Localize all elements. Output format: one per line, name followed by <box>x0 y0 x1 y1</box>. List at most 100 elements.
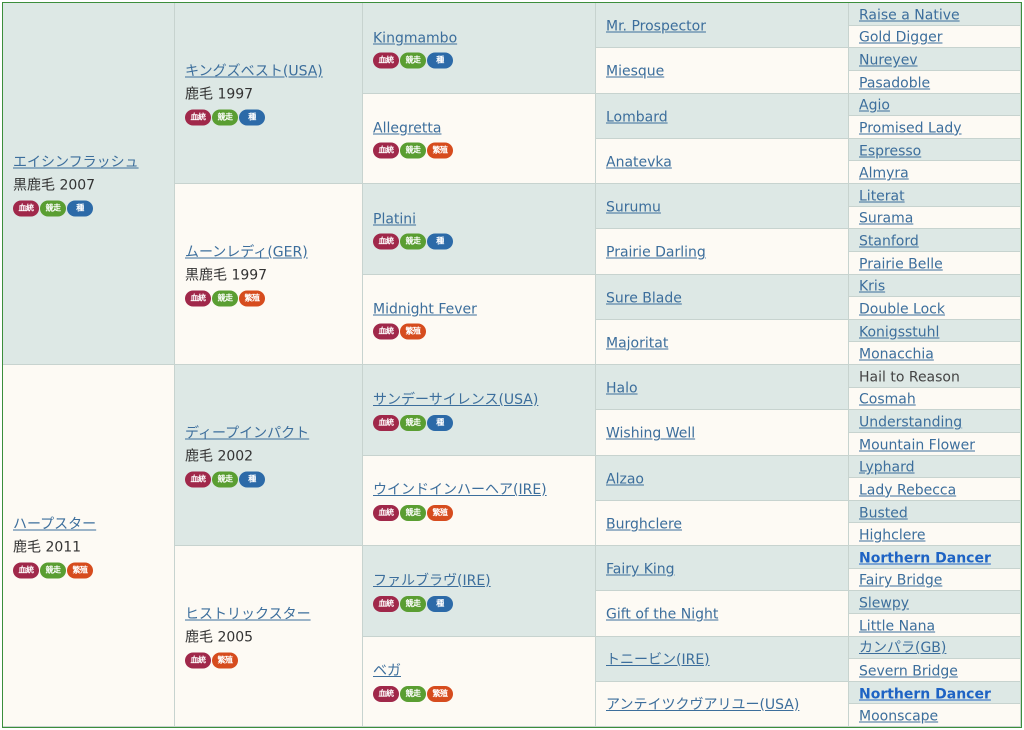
horse-name-link[interactable]: Alzao <box>606 471 644 487</box>
blood-icon[interactable]: 血統 <box>13 200 39 216</box>
race-icon[interactable]: 競走 <box>40 200 66 216</box>
horse-name-link[interactable]: Wishing Well <box>606 426 695 442</box>
horse-name-link[interactable]: Surumu <box>606 200 661 216</box>
horse-name-link[interactable]: Northern Dancer <box>859 686 991 702</box>
horse-name-link[interactable]: Lombard <box>606 109 668 125</box>
horse-name-link[interactable]: Mr. Prospector <box>606 19 706 35</box>
horse-name-link[interactable]: Little Nana <box>859 618 935 634</box>
horse-name-link[interactable]: Espresso <box>859 143 921 159</box>
blood-icon[interactable]: 血統 <box>13 562 39 578</box>
horse-name-link[interactable]: Lyphard <box>859 460 915 476</box>
horse-name-link[interactable]: Lady Rebecca <box>859 482 956 498</box>
horse-name-link[interactable]: Raise a Native <box>859 7 960 23</box>
horse-name-link[interactable]: Gift of the Night <box>606 607 718 623</box>
horse-name-link[interactable]: エイシンフラッシュ <box>13 154 139 170</box>
horse-name-link[interactable]: トニービン(IRE) <box>606 652 710 668</box>
blood-icon[interactable]: 血統 <box>373 505 399 522</box>
horse-name-link[interactable]: Northern Dancer <box>859 550 991 566</box>
seed-icon[interactable]: 種 <box>427 233 453 250</box>
blood-icon[interactable]: 血統 <box>373 142 399 159</box>
horse-name-link[interactable]: Kingmambo <box>373 30 457 46</box>
blood-icon[interactable]: 血統 <box>373 414 399 431</box>
horse-name-link[interactable]: Fairy Bridge <box>859 573 942 589</box>
horse-name-link[interactable]: Severn Bridge <box>859 663 958 679</box>
seed-icon[interactable]: 種 <box>427 595 453 612</box>
horse-name-link[interactable]: ムーンレディ(GER) <box>185 245 308 261</box>
horse-name-link[interactable]: Miesque <box>606 64 664 80</box>
sib-icon[interactable]: 繁殖 <box>67 562 93 578</box>
horse-name-link[interactable]: Majoritat <box>606 335 668 351</box>
horse-name-link[interactable]: Double Lock <box>859 301 945 317</box>
blood-icon[interactable]: 血統 <box>373 233 399 250</box>
blood-icon[interactable]: 血統 <box>185 471 211 488</box>
horse-name-link[interactable]: ファルブラヴ(IRE) <box>373 573 491 589</box>
horse-name-link[interactable]: Literat <box>859 188 905 204</box>
horse-name-link[interactable]: Konigsstuhl <box>859 324 939 340</box>
sib-icon[interactable]: 繁殖 <box>427 686 453 703</box>
horse-name-link[interactable]: キングズベスト(USA) <box>185 64 323 80</box>
horse-name-link[interactable]: Kris <box>859 279 885 295</box>
seed-icon[interactable]: 種 <box>427 52 453 69</box>
horse-name-link[interactable]: Gold Digger <box>859 30 942 46</box>
horse-name-link[interactable]: ハープスター <box>13 516 96 532</box>
horse-name-link[interactable]: サンデーサイレンス(USA) <box>373 392 538 408</box>
horse-name-link[interactable]: ヒストリックスター <box>185 607 311 623</box>
blood-icon[interactable]: 血統 <box>185 652 211 669</box>
horse-name-link[interactable]: Mountain Flower <box>859 437 975 453</box>
horse-name-link[interactable]: Highclere <box>859 528 925 544</box>
horse-name-link[interactable]: ベガ <box>373 663 401 679</box>
race-icon[interactable]: 競走 <box>212 109 238 126</box>
sib-icon[interactable]: 繁殖 <box>427 505 453 522</box>
horse-name-link[interactable]: Cosmah <box>859 392 916 408</box>
race-icon[interactable]: 競走 <box>400 414 426 431</box>
sib-icon[interactable]: 繁殖 <box>427 142 453 159</box>
horse-name-link[interactable]: Platini <box>373 211 416 227</box>
race-icon[interactable]: 競走 <box>400 52 426 69</box>
horse-name-link[interactable]: Promised Lady <box>859 120 962 136</box>
horse-name-link[interactable]: Prairie Darling <box>606 245 706 261</box>
race-icon[interactable]: 競走 <box>212 290 238 307</box>
horse-name-link[interactable]: アンテイツクヴアリユー(USA) <box>606 697 799 713</box>
horse-name-link[interactable]: Midnight Fever <box>373 302 477 318</box>
horse-name-link[interactable]: ウインドインハーヘア(IRE) <box>373 482 547 498</box>
horse-name-link[interactable]: ディープインパクト <box>185 426 309 442</box>
horse-name-link[interactable]: Burghclere <box>606 516 682 532</box>
horse-name-link[interactable]: Nureyev <box>859 53 918 69</box>
horse-name-link[interactable]: Pasadoble <box>859 75 930 91</box>
horse-name-link[interactable]: Busted <box>859 505 908 521</box>
horse-name-link[interactable]: Surama <box>859 211 913 227</box>
seed-icon[interactable]: 種 <box>427 414 453 431</box>
horse-name-link[interactable]: Allegretta <box>373 121 441 137</box>
blood-icon[interactable]: 血統 <box>373 686 399 703</box>
blood-icon[interactable]: 血統 <box>373 52 399 69</box>
horse-name-link[interactable]: Fairy King <box>606 562 675 578</box>
race-icon[interactable]: 競走 <box>400 233 426 250</box>
horse-name-link[interactable]: Moonscape <box>859 709 938 725</box>
horse-name-link[interactable]: Prairie Belle <box>859 256 943 272</box>
horse-name-link[interactable]: Agio <box>859 98 890 114</box>
horse-name-link[interactable]: Almyra <box>859 166 909 182</box>
race-icon[interactable]: 競走 <box>40 562 66 578</box>
sib-icon[interactable]: 繁殖 <box>400 323 426 340</box>
seed-icon[interactable]: 種 <box>239 109 265 126</box>
horse-name-link[interactable]: Anatevka <box>606 154 672 170</box>
sib-icon[interactable]: 繁殖 <box>239 290 265 307</box>
horse-name-link[interactable]: Sure Blade <box>606 290 682 306</box>
horse-name-link[interactable]: Monacchia <box>859 347 934 363</box>
race-icon[interactable]: 競走 <box>212 471 238 488</box>
horse-name-link[interactable]: Stanford <box>859 234 919 250</box>
blood-icon[interactable]: 血統 <box>373 323 399 340</box>
horse-name-link[interactable]: カンパラ(GB) <box>859 640 946 656</box>
race-icon[interactable]: 競走 <box>400 686 426 703</box>
seed-icon[interactable]: 種 <box>67 200 93 216</box>
race-icon[interactable]: 競走 <box>400 142 426 159</box>
blood-icon[interactable]: 血統 <box>185 109 211 126</box>
seed-icon[interactable]: 種 <box>239 471 265 488</box>
horse-name-link[interactable]: Slewpy <box>859 596 909 612</box>
sib-icon[interactable]: 繁殖 <box>212 652 238 669</box>
blood-icon[interactable]: 血統 <box>373 595 399 612</box>
race-icon[interactable]: 競走 <box>400 505 426 522</box>
race-icon[interactable]: 競走 <box>400 595 426 612</box>
horse-name-link[interactable]: Halo <box>606 381 638 397</box>
horse-name-link[interactable]: Understanding <box>859 415 962 431</box>
